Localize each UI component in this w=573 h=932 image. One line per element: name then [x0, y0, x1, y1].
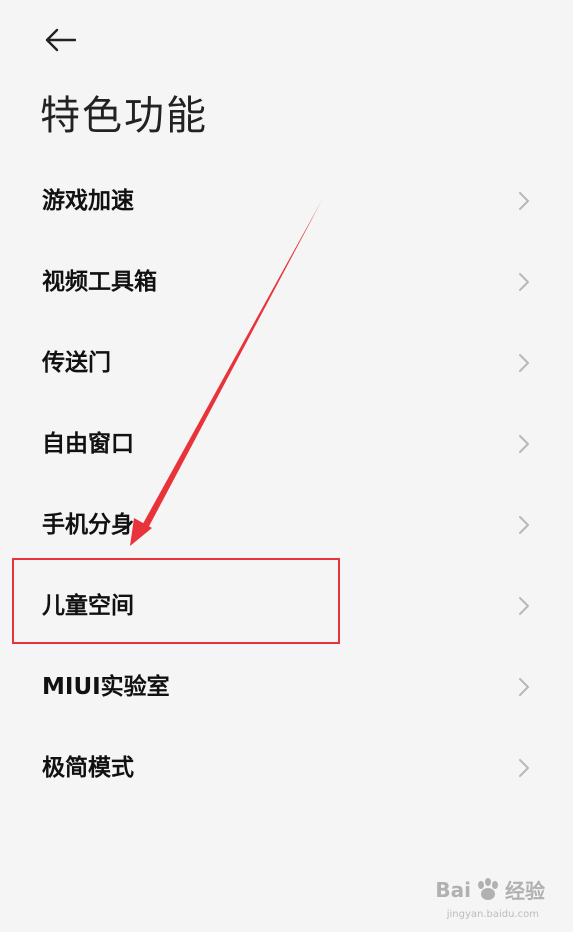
- list-item-kids-space[interactable]: 儿童空间: [0, 565, 573, 646]
- list-item-label: 儿童空间: [42, 592, 134, 619]
- list-item-label: 传送门: [42, 349, 111, 376]
- list-item-video-toolbox[interactable]: 视频工具箱: [0, 241, 573, 322]
- chevron-right-icon: [519, 758, 529, 777]
- list-item-label: 极简模式: [42, 754, 134, 781]
- list-item-label: 游戏加速: [42, 187, 134, 214]
- chevron-right-icon: [519, 596, 529, 615]
- watermark-brand-suffix: 经验: [505, 879, 545, 903]
- list-item-game-turbo[interactable]: 游戏加速: [0, 160, 573, 241]
- arrow-left-icon: [45, 28, 77, 52]
- list-item-label: MIUI实验室: [42, 673, 170, 700]
- chevron-right-icon: [519, 272, 529, 291]
- chevron-right-icon: [519, 515, 529, 534]
- list-item-miui-lab[interactable]: MIUI实验室: [0, 646, 573, 727]
- settings-screen: 特色功能 游戏加速 视频工具箱 传送门 自由窗口 手机分身 儿童空间 MIUI实…: [0, 0, 573, 932]
- list-item-simple-mode[interactable]: 极简模式: [0, 727, 573, 808]
- list-item-portal[interactable]: 传送门: [0, 322, 573, 403]
- list-item-label: 视频工具箱: [42, 268, 157, 295]
- watermark-brand: Bai: [435, 877, 471, 902]
- list-item-dual-apps[interactable]: 手机分身: [0, 484, 573, 565]
- list-item-label: 手机分身: [42, 511, 134, 538]
- back-button[interactable]: [36, 20, 84, 60]
- feature-list: 游戏加速 视频工具箱 传送门 自由窗口 手机分身 儿童空间 MIUI实验室 极简…: [0, 160, 573, 808]
- list-item-floating-window[interactable]: 自由窗口: [0, 403, 573, 484]
- chevron-right-icon: [519, 353, 529, 372]
- baidu-watermark: Bai 经验: [435, 875, 545, 904]
- watermark-url: jingyan.baidu.com: [446, 909, 539, 920]
- list-item-label: 自由窗口: [42, 430, 134, 457]
- paw-logo-icon: [478, 877, 498, 900]
- page-title: 特色功能: [40, 93, 208, 139]
- chevron-right-icon: [519, 434, 529, 453]
- chevron-right-icon: [519, 677, 529, 696]
- chevron-right-icon: [519, 191, 529, 210]
